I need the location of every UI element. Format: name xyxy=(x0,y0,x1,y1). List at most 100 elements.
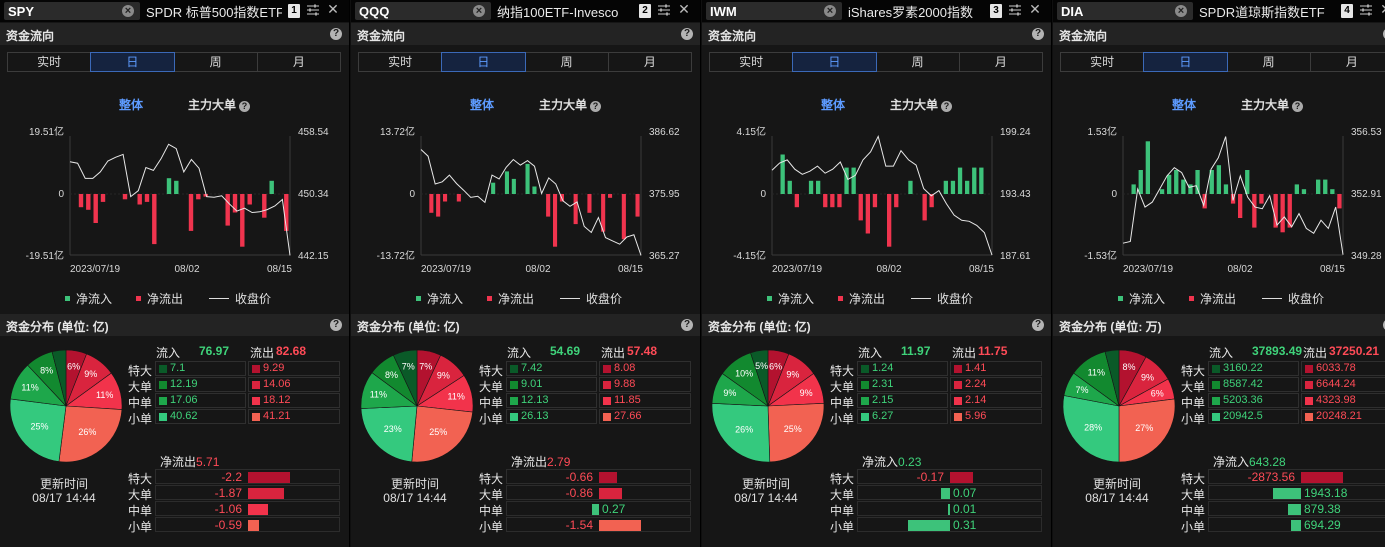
option-main-large[interactable]: 主力大单? xyxy=(539,96,602,113)
help-icon[interactable]: ? xyxy=(1032,319,1044,331)
outflow-value: 2.24 xyxy=(965,378,987,390)
close-icon[interactable]: ✕ xyxy=(326,1,340,17)
flow-bar xyxy=(1294,184,1299,194)
settings-sliders-icon[interactable] xyxy=(1359,3,1373,17)
symbol-input[interactable]: SPY xyxy=(8,4,34,19)
flow-bar xyxy=(429,194,434,213)
pie-slice-label: 11% xyxy=(448,392,465,402)
tab-day[interactable]: 日 xyxy=(792,52,877,72)
option-main-large[interactable]: 主力大单? xyxy=(1241,96,1304,113)
clear-icon[interactable]: × xyxy=(1175,5,1187,17)
help-icon[interactable]: ? xyxy=(330,319,342,331)
legend-inflow-label: 净流入 xyxy=(778,292,815,306)
symbol-input[interactable]: IWM xyxy=(710,4,737,19)
flow-bar xyxy=(1280,194,1285,233)
settings-sliders-icon[interactable] xyxy=(306,3,320,17)
net-size-label: 大单 xyxy=(830,488,855,502)
tab-day[interactable]: 日 xyxy=(1143,52,1228,72)
symbol-input[interactable]: DIA xyxy=(1061,4,1083,19)
legend-outflow: 净流出 xyxy=(136,290,183,307)
size-label: 小单 xyxy=(479,412,504,426)
symbol-search-box[interactable]: IWM × xyxy=(706,2,842,20)
option-main-large[interactable]: 主力大单? xyxy=(188,96,251,113)
close-icon[interactable]: ✕ xyxy=(1028,1,1042,17)
flow-bar xyxy=(491,182,496,194)
flow-bar xyxy=(144,194,150,202)
clear-icon[interactable]: × xyxy=(824,5,836,17)
tab-day[interactable]: 日 xyxy=(441,52,526,72)
net-flow-value: 694.29 xyxy=(1304,518,1341,532)
option-overall[interactable]: 整体 xyxy=(119,96,143,113)
tab-week[interactable]: 周 xyxy=(173,52,258,72)
settings-sliders-icon[interactable] xyxy=(657,3,671,17)
clear-icon[interactable]: × xyxy=(122,5,134,17)
net-flow-bar xyxy=(248,520,260,531)
net-size-label: 小单 xyxy=(128,520,153,534)
size-label: 小单 xyxy=(128,412,153,426)
net-flow-value: 0.27 xyxy=(602,502,626,516)
close-icon[interactable]: ✕ xyxy=(1379,1,1385,17)
flow-bar xyxy=(830,194,835,208)
inflow-cell: 1.24 xyxy=(857,361,948,376)
help-icon[interactable]: ? xyxy=(941,101,953,112)
flow-bar xyxy=(872,194,878,208)
chart-legend: 净流入 净流出 收盘价 xyxy=(1053,290,1385,306)
x-tick-mid: 08/02 xyxy=(525,264,550,275)
inflow-cell: 26.13 xyxy=(506,409,597,424)
symbol-input[interactable]: QQQ xyxy=(359,4,389,19)
symbol-search-box[interactable]: SPY × xyxy=(4,2,140,20)
net-size-label: 中单 xyxy=(128,504,153,518)
x-tick-mid: 08/02 xyxy=(1227,264,1252,275)
help-icon[interactable]: ? xyxy=(239,101,251,112)
net-size-label: 中单 xyxy=(830,504,855,518)
net-flow-bar xyxy=(1301,472,1343,483)
panel-tab-bar: QQQ × 纳指100ETF-Invesco 2 ✕ xyxy=(351,0,700,22)
net-size-label: 小单 xyxy=(1181,520,1206,534)
tab-realtime[interactable]: 实时 xyxy=(1060,52,1145,72)
y-right-top-label: 386.62 xyxy=(649,127,680,138)
net-flow-row: 694.29 xyxy=(1208,517,1385,532)
outflow-swatch xyxy=(603,365,611,373)
tab-realtime[interactable]: 实时 xyxy=(709,52,794,72)
tab-month[interactable]: 月 xyxy=(607,52,692,72)
net-flow-value: -1.54 xyxy=(565,518,593,532)
help-icon[interactable]: ? xyxy=(1032,28,1044,40)
flow-bar xyxy=(188,194,194,231)
y-right-mid-label: 375.95 xyxy=(649,189,680,200)
help-icon[interactable]: ? xyxy=(681,319,693,331)
inflow-value: 2.15 xyxy=(872,394,894,406)
outflow-cell: 6033.78 xyxy=(1301,361,1385,376)
option-overall[interactable]: 整体 xyxy=(470,96,494,113)
flow-bar xyxy=(504,171,509,194)
tab-week[interactable]: 周 xyxy=(524,52,609,72)
settings-sliders-icon[interactable] xyxy=(1008,3,1022,17)
tab-month[interactable]: 月 xyxy=(1309,52,1385,72)
help-icon[interactable]: ? xyxy=(1292,101,1304,112)
tab-realtime[interactable]: 实时 xyxy=(358,52,443,72)
symbol-search-box[interactable]: DIA × xyxy=(1057,2,1193,20)
y-right-bottom-label: 349.28 xyxy=(1351,251,1382,262)
tab-realtime[interactable]: 实时 xyxy=(7,52,92,72)
tab-week[interactable]: 周 xyxy=(1226,52,1311,72)
tab-month[interactable]: 月 xyxy=(256,52,341,72)
option-main-large[interactable]: 主力大单? xyxy=(890,96,953,113)
help-icon[interactable]: ? xyxy=(590,101,602,112)
option-overall[interactable]: 整体 xyxy=(1172,96,1196,113)
symbol-search-box[interactable]: QQQ × xyxy=(355,2,491,20)
clear-icon[interactable]: × xyxy=(473,5,485,17)
period-tabs: 实时 日 周 月 xyxy=(7,52,341,72)
net-flow-value: 879.38 xyxy=(1304,502,1341,516)
tab-week[interactable]: 周 xyxy=(875,52,960,72)
flow-section-header: 资金流向 ? xyxy=(351,23,700,45)
net-flow-bar xyxy=(940,488,950,499)
option-overall[interactable]: 整体 xyxy=(821,96,845,113)
inflow-total: 37893.49 xyxy=(1252,344,1303,358)
close-icon[interactable]: ✕ xyxy=(677,1,691,17)
tab-day[interactable]: 日 xyxy=(90,52,175,72)
legend-close-label: 收盘价 xyxy=(937,292,974,306)
size-label: 中单 xyxy=(479,396,504,410)
help-icon[interactable]: ? xyxy=(330,28,342,40)
tab-month[interactable]: 月 xyxy=(958,52,1043,72)
help-icon[interactable]: ? xyxy=(681,28,693,40)
y-right-mid-label: 450.34 xyxy=(298,189,329,200)
